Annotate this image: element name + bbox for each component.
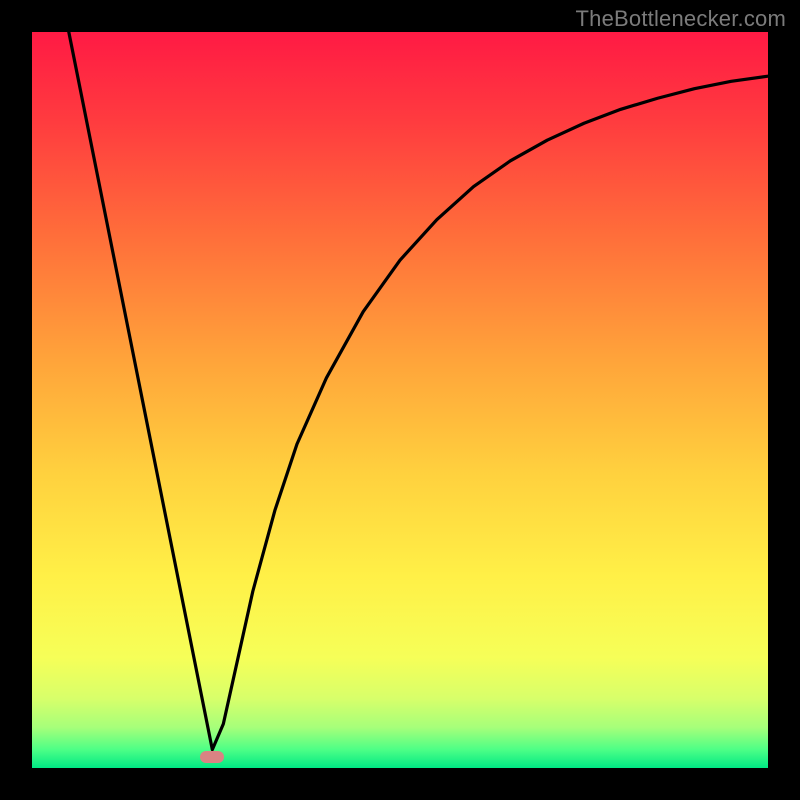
watermark: TheBottlenecker.com	[576, 6, 786, 32]
curve-layer	[32, 32, 768, 768]
plot-area	[32, 32, 768, 768]
chart-frame: TheBottlenecker.com	[0, 0, 800, 800]
optimal-marker	[200, 751, 224, 763]
bottleneck-curve	[69, 32, 768, 750]
